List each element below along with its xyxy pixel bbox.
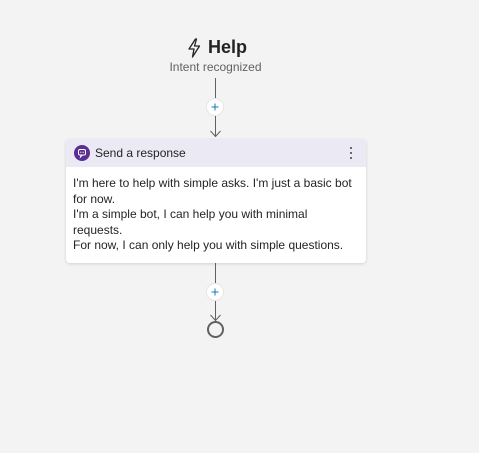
response-message: I'm here to help with simple asks. I'm j… bbox=[73, 176, 352, 206]
connector-line bbox=[215, 78, 216, 98]
end-node-circle bbox=[207, 321, 224, 338]
send-response-card[interactable]: Send a response I'm here to help with si… bbox=[66, 139, 366, 263]
card-body: I'm here to help with simple asks. I'm j… bbox=[66, 167, 366, 254]
trigger-subtitle: Intent recognized bbox=[169, 60, 262, 74]
add-node-button[interactable] bbox=[207, 99, 223, 115]
connector-line bbox=[215, 263, 216, 283]
card-header: Send a response bbox=[66, 139, 366, 167]
plus-icon bbox=[211, 288, 219, 296]
response-message: I'm a simple bot, I can help you with mi… bbox=[73, 207, 308, 237]
card-title: Send a response bbox=[95, 146, 186, 160]
add-node-button[interactable] bbox=[207, 284, 223, 300]
response-message: For now, I can only help you with simple… bbox=[73, 238, 344, 253]
more-vertical-icon[interactable] bbox=[345, 144, 357, 162]
plus-icon bbox=[211, 103, 219, 111]
arrow-down-icon bbox=[210, 130, 221, 138]
message-bot-icon bbox=[74, 145, 90, 161]
lightning-icon bbox=[188, 38, 201, 58]
trigger-title: Help bbox=[208, 37, 248, 57]
